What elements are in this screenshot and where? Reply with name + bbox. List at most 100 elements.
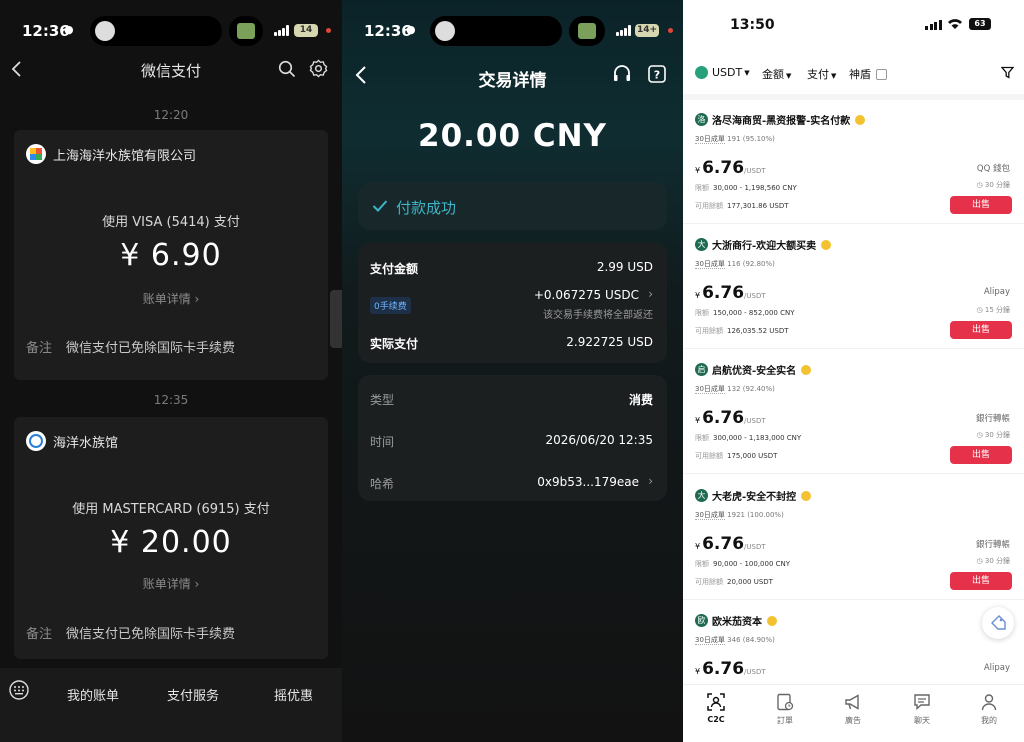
- limit-value: 150,000 - 852,000 CNY: [713, 309, 795, 317]
- wifi-icon: [948, 19, 962, 29]
- tab-shake-offer[interactable]: 摇优惠: [274, 685, 313, 704]
- limit-value: 30,000 - 1,198,560 CNY: [713, 184, 797, 192]
- limit-value: 300,000 - 1,183,000 CNY: [713, 434, 802, 442]
- tab-pay-service[interactable]: 支付服务: [167, 685, 219, 704]
- signal-icon: [616, 25, 631, 36]
- verified-badge-icon: [801, 364, 812, 375]
- caret-down-icon: ▼: [831, 72, 837, 80]
- status-bar: 12:36 ● 14: [0, 0, 342, 60]
- available-label: 可用餘額: [695, 452, 723, 460]
- sell-button[interactable]: 出售: [950, 446, 1012, 464]
- merchant-listing[interactable]: 大大老虎-安全不封控 30日成單 1921 (100.00%) ¥6.76/USDT…: [683, 476, 1024, 600]
- merchant-name: 大老虎-安全不封控: [712, 492, 797, 503]
- stats-label: 30日成單: [695, 636, 725, 645]
- payment-time: ◷ 30 分鐘: [977, 180, 1010, 190]
- drag-handle[interactable]: [330, 290, 342, 348]
- payment-time-value: 15 分鐘: [984, 306, 1010, 314]
- status-time: 13:50: [730, 17, 775, 33]
- merchant-listing[interactable]: 大大浙商行-欢迎大额买卖 30日成單 116 (92.80%) ¥6.76/USDT…: [683, 225, 1024, 349]
- filter-bar: USDT ▼ 金额 ▼ 支付 ▼ 神盾: [695, 64, 1014, 84]
- app-badge: [229, 16, 263, 46]
- c2c-market-panel: 13:50 63 USDT ▼ 金额 ▼ 支付 ▼ 神盾 洛洛尽海商贸-黑资报警-实名…: [683, 0, 1024, 742]
- merchant-listing[interactable]: 启启航优资-安全实名 30日成單 132 (92.40%) ¥6.76/USDT 銀行…: [683, 350, 1024, 474]
- signal-icon: [925, 20, 942, 30]
- limit-label: 限额: [695, 560, 709, 568]
- transaction-card[interactable]: 上海海洋水族馆有限公司 使用 VISA (5414) 支付 ¥ 6.90 账单详…: [14, 130, 328, 380]
- sell-button[interactable]: 出售: [950, 572, 1012, 590]
- merchant: 海洋水族馆: [26, 431, 118, 451]
- amount-filter[interactable]: 金额 ▼: [762, 66, 791, 82]
- paw-icon: ●: [64, 23, 74, 36]
- amount: ¥ 6.90: [120, 238, 222, 273]
- price-unit: /USDT: [744, 668, 766, 676]
- bill-detail-link[interactable]: 账单详情 ›: [14, 575, 328, 592]
- payment-method: 銀行轉帳: [975, 414, 1010, 424]
- keyboard-icon[interactable]: [9, 680, 29, 700]
- floating-action-button[interactable]: [982, 607, 1014, 639]
- fee-row[interactable]: 0手续费 +0.067275 USDC › 该交易手续费将全部返还: [370, 287, 653, 321]
- clock-icon: ◷: [976, 431, 985, 439]
- clock-icon: ◷: [976, 557, 985, 565]
- merchant-name: 大浙商行-欢迎大额买卖: [712, 241, 817, 252]
- time-row: 时间 2026/06/20 12:35: [370, 433, 653, 450]
- merchant: 上海海洋水族馆有限公司: [26, 144, 196, 164]
- payment-time: ◷ 30 分鐘: [977, 556, 1010, 566]
- sell-button[interactable]: 出售: [950, 321, 1012, 339]
- battery-icon: 63: [969, 18, 991, 30]
- megaphone-icon: [845, 694, 859, 710]
- coin-label: USDT: [712, 66, 743, 79]
- price-unit: /USDT: [744, 167, 766, 175]
- headset-icon[interactable]: [612, 64, 632, 84]
- shield-checkbox[interactable]: [876, 68, 887, 80]
- tab-orders[interactable]: 訂單: [760, 693, 810, 726]
- merchant-header: 洛洛尽海商贸-黑资报警-实名付款: [695, 112, 866, 127]
- currency-symbol: ¥: [695, 542, 701, 551]
- paid-label: 支付金额: [370, 262, 419, 276]
- bill-detail-link[interactable]: 账单详情 ›: [14, 290, 328, 307]
- currency-symbol: ¥: [695, 291, 701, 300]
- tab-ads[interactable]: 廣告: [828, 693, 878, 726]
- order-stats: 30日成單 1921 (100.00%): [695, 510, 784, 520]
- stats-value: 346 (84.90%): [727, 636, 775, 644]
- hash-row[interactable]: 哈希 0x9b53...179eae ›: [370, 474, 653, 492]
- payment-method: 銀行轉帳: [975, 540, 1010, 550]
- filter-icon[interactable]: [1001, 66, 1014, 79]
- available-value: 126,035.52 USDT: [727, 327, 789, 335]
- tab-c2c-label: C2C: [707, 715, 725, 724]
- payment-method: Alipay: [983, 287, 1010, 297]
- status-time: 12:36: [22, 22, 70, 40]
- payment-time: ◷ 15 分鐘: [977, 305, 1010, 315]
- transaction-info: 类型 消费 时间 2026/06/20 12:35 哈希 0x9b53...17…: [358, 375, 667, 501]
- tag-icon: [991, 615, 1006, 630]
- tab-mine[interactable]: 我的: [964, 693, 1014, 726]
- payment-time-value: 30 分鐘: [984, 557, 1010, 565]
- transaction-amount: 20.00 CNY: [418, 118, 607, 154]
- merchant-header: 启启航优资-安全实名: [695, 362, 812, 377]
- tab-ads-label: 廣告: [845, 716, 861, 725]
- stats-value: 116 (92.80%): [727, 260, 775, 268]
- merchant-listing[interactable]: 洛洛尽海商贸-黑资报警-实名付款 30日成單 191 (95.10%) ¥6.76/…: [683, 100, 1024, 224]
- help-icon[interactable]: ?: [647, 64, 667, 84]
- coin-filter[interactable]: USDT ▼: [695, 66, 750, 79]
- currency-symbol: ¥: [695, 166, 701, 175]
- transaction-card[interactable]: 海洋水族馆 使用 MASTERCARD (6915) 支付 ¥ 20.00 账单…: [14, 417, 328, 659]
- merchant-logo: [26, 144, 46, 164]
- verified-badge-icon: [821, 239, 832, 250]
- sell-button[interactable]: 出售: [950, 196, 1012, 214]
- time-value: 2026/06/20 12:35: [545, 433, 653, 447]
- tab-my-bill[interactable]: 我的账单: [67, 685, 119, 704]
- stats-label: 30日成單: [695, 385, 725, 394]
- settings-icon[interactable]: [309, 59, 328, 78]
- merchant-avatar: 启: [695, 363, 708, 376]
- tab-c2c[interactable]: C2C: [691, 693, 741, 724]
- transaction-time: 12:20: [153, 108, 189, 122]
- search-icon[interactable]: [278, 60, 296, 78]
- status-bar: 12:36 ● 14+: [342, 0, 683, 60]
- shield-label: 神盾: [849, 68, 871, 81]
- payment-filter[interactable]: 支付 ▼: [807, 66, 836, 82]
- tab-chat[interactable]: 聊天: [897, 693, 947, 726]
- shield-filter[interactable]: 神盾: [849, 66, 887, 82]
- price: ¥6.76/USDT: [695, 283, 766, 303]
- merchant-logo: [26, 431, 46, 451]
- payment-method: 使用 VISA (5414) 支付: [102, 215, 240, 230]
